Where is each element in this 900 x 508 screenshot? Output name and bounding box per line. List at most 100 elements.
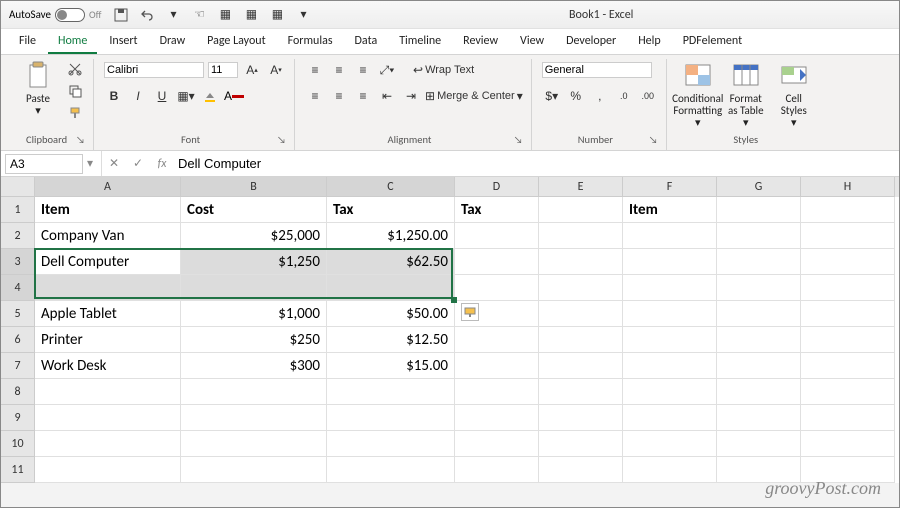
autosave-toggle[interactable]: AutoSave Off [9, 8, 101, 22]
cut-button[interactable] [65, 59, 85, 79]
align-left-button[interactable]: ≡ [305, 86, 325, 106]
spreadsheet-grid[interactable]: ABCDEFGH1ItemCostTaxTaxItem2Company Van$… [1, 177, 899, 483]
cell-D6[interactable] [455, 327, 539, 353]
cell-G6[interactable] [717, 327, 801, 353]
formula-input[interactable] [174, 154, 899, 173]
cell-H10[interactable] [801, 431, 895, 457]
wrap-text-button[interactable]: ↩Wrap Text [413, 60, 474, 80]
cell-H5[interactable] [801, 301, 895, 327]
align-bottom-button[interactable]: ≡ [353, 60, 373, 80]
cell-A3[interactable]: Dell Computer [35, 249, 181, 275]
row-header-10[interactable]: 10 [1, 431, 35, 457]
cell-A11[interactable] [35, 457, 181, 483]
cell-F1[interactable]: Item [623, 197, 717, 223]
cell-D9[interactable] [455, 405, 539, 431]
column-header-A[interactable]: A [35, 177, 181, 197]
autosave-switch[interactable] [55, 8, 85, 22]
cell-G2[interactable] [717, 223, 801, 249]
qat-btn-1[interactable]: ▦ [217, 7, 233, 23]
cell-B4[interactable] [181, 275, 327, 301]
cell-F9[interactable] [623, 405, 717, 431]
cell-F10[interactable] [623, 431, 717, 457]
italic-button[interactable]: I [128, 86, 148, 106]
font-family-combo[interactable] [104, 62, 204, 78]
tab-home[interactable]: Home [48, 30, 97, 54]
tab-pdfelement[interactable]: PDFelement [673, 30, 752, 54]
cell-C2[interactable]: $1,250.00 [327, 223, 455, 249]
touch-mode-icon[interactable]: ☜ [191, 7, 207, 23]
row-header-8[interactable]: 8 [1, 379, 35, 405]
namebox-dropdown-icon[interactable]: ▾ [87, 156, 101, 171]
cell-D8[interactable] [455, 379, 539, 405]
accounting-format-button[interactable]: $▾ [542, 86, 562, 106]
cell-H8[interactable] [801, 379, 895, 405]
tab-review[interactable]: Review [453, 30, 508, 54]
column-header-G[interactable]: G [717, 177, 801, 197]
increase-decimal-button[interactable]: .0 [614, 86, 634, 106]
qat-btn-2[interactable]: ▦ [243, 7, 259, 23]
percent-format-button[interactable]: % [566, 86, 586, 106]
cell-A4[interactable] [35, 275, 181, 301]
enter-icon[interactable]: ✓ [126, 156, 150, 171]
redo-icon[interactable]: ▾ [165, 7, 181, 23]
insert-options-button[interactable] [461, 303, 479, 321]
row-header-11[interactable]: 11 [1, 457, 35, 483]
column-header-D[interactable]: D [455, 177, 539, 197]
dialog-launcher-icon[interactable]: ↘ [76, 133, 85, 146]
cell-H9[interactable] [801, 405, 895, 431]
cell-E4[interactable] [539, 275, 623, 301]
cell-B8[interactable] [181, 379, 327, 405]
cell-E2[interactable] [539, 223, 623, 249]
cell-F11[interactable] [623, 457, 717, 483]
tab-formulas[interactable]: Formulas [278, 30, 343, 54]
cell-G9[interactable] [717, 405, 801, 431]
cell-A7[interactable]: Work Desk [35, 353, 181, 379]
cell-A9[interactable] [35, 405, 181, 431]
cell-A1[interactable]: Item [35, 197, 181, 223]
cell-D1[interactable]: Tax [455, 197, 539, 223]
row-header-5[interactable]: 5 [1, 301, 35, 327]
cell-C10[interactable] [327, 431, 455, 457]
row-header-9[interactable]: 9 [1, 405, 35, 431]
increase-indent-button[interactable]: ⇥ [401, 86, 421, 106]
row-header-3[interactable]: 3 [1, 249, 35, 275]
cell-H4[interactable] [801, 275, 895, 301]
cell-G10[interactable] [717, 431, 801, 457]
cell-G5[interactable] [717, 301, 801, 327]
number-format-combo[interactable] [542, 62, 652, 78]
font-size-combo[interactable] [208, 62, 238, 78]
tab-developer[interactable]: Developer [556, 30, 626, 54]
cell-B7[interactable]: $300 [181, 353, 327, 379]
align-middle-button[interactable]: ≡ [329, 60, 349, 80]
cell-C11[interactable] [327, 457, 455, 483]
cell-G4[interactable] [717, 275, 801, 301]
cell-D11[interactable] [455, 457, 539, 483]
column-header-C[interactable]: C [327, 177, 455, 197]
column-header-E[interactable]: E [539, 177, 623, 197]
row-header-6[interactable]: 6 [1, 327, 35, 353]
tab-help[interactable]: Help [628, 30, 671, 54]
cell-B11[interactable] [181, 457, 327, 483]
cell-F2[interactable] [623, 223, 717, 249]
qat-btn-3[interactable]: ▦ [269, 7, 285, 23]
border-button[interactable]: ▦▾ [176, 86, 196, 106]
cell-C4[interactable] [327, 275, 455, 301]
cell-E10[interactable] [539, 431, 623, 457]
align-center-button[interactable]: ≡ [329, 86, 349, 106]
cell-B10[interactable] [181, 431, 327, 457]
tab-draw[interactable]: Draw [150, 30, 196, 54]
dialog-launcher-icon[interactable]: ↘ [277, 133, 286, 146]
cell-B5[interactable]: $1,000 [181, 301, 327, 327]
column-header-F[interactable]: F [623, 177, 717, 197]
dialog-launcher-icon[interactable]: ↘ [514, 133, 523, 146]
tab-data[interactable]: Data [345, 30, 388, 54]
conditional-formatting-button[interactable]: Conditional Formatting ▾ [677, 59, 719, 129]
cell-A6[interactable]: Printer [35, 327, 181, 353]
cell-G7[interactable] [717, 353, 801, 379]
row-header-1[interactable]: 1 [1, 197, 35, 223]
fill-handle[interactable] [451, 297, 457, 303]
undo-icon[interactable] [139, 7, 155, 23]
cell-E1[interactable] [539, 197, 623, 223]
paste-button[interactable]: Paste▾ [17, 59, 59, 117]
row-header-7[interactable]: 7 [1, 353, 35, 379]
